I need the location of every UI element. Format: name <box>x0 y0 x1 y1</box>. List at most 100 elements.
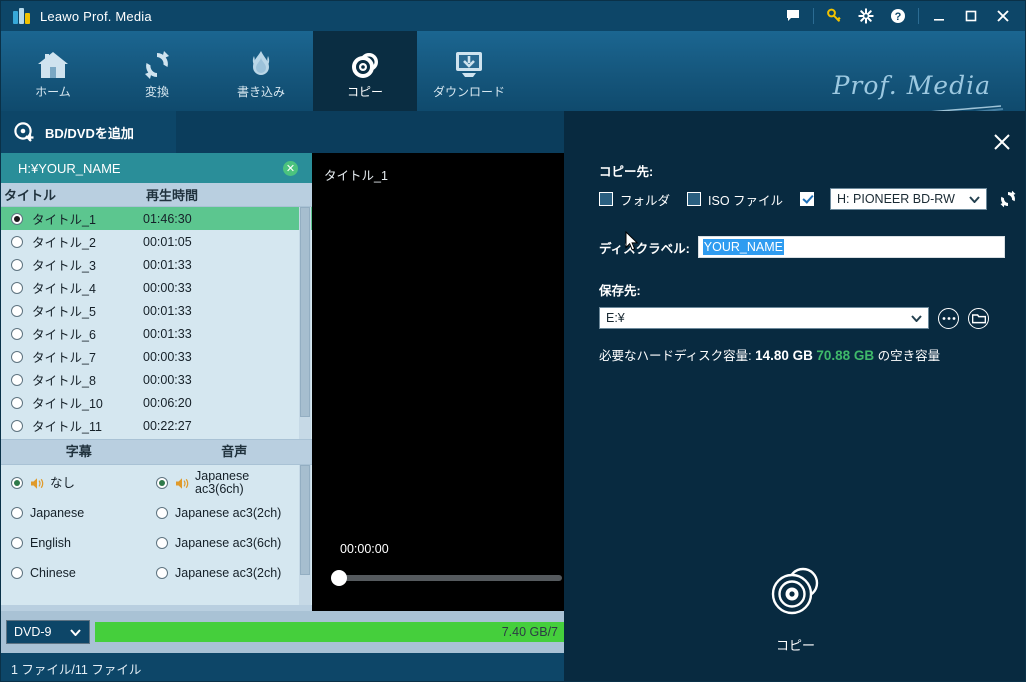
nav-item-burn[interactable]: 書き込み <box>209 31 313 111</box>
subtitle-item[interactable]: Japanese <box>1 498 146 528</box>
save-path-value: E:¥ <box>606 311 625 325</box>
title-radio[interactable] <box>11 258 23 271</box>
nav-item-copy[interactable]: コピー <box>313 31 417 111</box>
stream-radio[interactable] <box>11 507 23 519</box>
drive-select[interactable]: H: PIONEER BD-RW <box>830 188 988 210</box>
table-row[interactable]: タイトル_7 00:00:33 <box>1 345 312 368</box>
nav-item-download[interactable]: ダウンロード <box>417 31 521 111</box>
stream-radio[interactable] <box>156 477 168 489</box>
title-radio[interactable] <box>11 327 23 340</box>
title-duration: 00:01:33 <box>143 303 192 318</box>
target-folder-checkbox[interactable]: フォルダ <box>599 190 670 209</box>
table-row[interactable]: タイトル_3 00:01:33 <box>1 253 312 276</box>
streams-scrollbar[interactable] <box>299 465 311 605</box>
title-duration: 00:00:33 <box>143 280 192 295</box>
close-icon[interactable] <box>993 133 1011 156</box>
title-radio[interactable] <box>11 396 23 409</box>
source-panel: H:¥YOUR_NAME ✕ タイトル 再生時間 タイトル_1 01:46:30 タ… <box>1 153 312 654</box>
title-radio[interactable] <box>11 281 23 294</box>
audio-item[interactable]: Japanese ac3(2ch) <box>146 498 291 528</box>
title-name: タイトル_2 <box>32 236 96 250</box>
nav-item-home[interactable]: ホーム <box>1 31 105 111</box>
title-radio[interactable] <box>11 373 23 386</box>
seek-handle[interactable] <box>331 570 347 586</box>
title-radio[interactable] <box>11 304 23 317</box>
title-name: タイトル_11 <box>32 420 102 434</box>
convert-icon <box>140 45 174 81</box>
audio-item[interactable]: Japanese ac3(6ch) <box>146 528 291 558</box>
stream-label: Chinese <box>30 565 76 580</box>
save-path-select[interactable]: E:¥ <box>599 307 929 329</box>
capacity-progress-text: 7.40 GB/7 <box>501 625 558 639</box>
table-row[interactable]: タイトル_4 00:00:33 <box>1 276 312 299</box>
checkbox-box <box>687 192 702 206</box>
title-name: タイトル_7 <box>32 351 96 365</box>
disc-label-input[interactable]: YOUR_NAME <box>697 236 1005 258</box>
chevron-down-icon <box>70 625 81 639</box>
nav-item-convert[interactable]: 変換 <box>105 31 209 111</box>
stream-radio[interactable] <box>156 537 168 549</box>
ellipsis-icon[interactable] <box>938 307 959 329</box>
table-row[interactable]: タイトル_5 00:01:33 <box>1 299 312 322</box>
table-row[interactable]: タイトル_11 00:22:27 <box>1 414 312 437</box>
copy-button[interactable]: コピー <box>564 561 1025 654</box>
subtitle-item[interactable]: なし <box>1 468 146 498</box>
table-row[interactable]: タイトル_6 00:01:33 <box>1 322 312 345</box>
nav-label: ダウンロード <box>432 84 505 99</box>
minimize-icon[interactable] <box>923 1 955 31</box>
audio-column-header: 音声 <box>221 444 248 459</box>
hard-disk-info: 必要なハードディスク容量: 14.80 GB 70.88 GB の空き容量 <box>599 345 1025 364</box>
disc-type-select[interactable]: DVD-9 <box>6 620 90 644</box>
stream-radio[interactable] <box>11 537 23 549</box>
close-icon[interactable] <box>987 1 1019 31</box>
target-folder-label: フォルダ <box>620 193 671 208</box>
title-duration: 01:46:30 <box>143 211 192 226</box>
add-bd-dvd-button[interactable]: BD/DVDを追加 <box>1 111 176 153</box>
table-row[interactable]: タイトル_2 00:01:05 <box>1 230 312 253</box>
preview-timecode: 00:00:00 <box>340 542 389 556</box>
title-list: タイトル_1 01:46:30 タイトル_2 00:01:05 タイトル_3 00:01:… <box>1 207 312 439</box>
feedback-icon[interactable] <box>777 1 809 31</box>
refresh-icon[interactable] <box>999 190 1017 208</box>
subtitle-item[interactable]: English <box>1 528 146 558</box>
folder-open-icon[interactable] <box>968 307 989 329</box>
stream-radio[interactable] <box>11 477 23 489</box>
table-row[interactable]: タイトル_1 01:46:30 <box>1 207 312 230</box>
audio-item[interactable]: Japanese ac3(6ch) <box>146 468 291 498</box>
stream-radio[interactable] <box>156 567 168 579</box>
title-list-scrollbar[interactable] <box>299 207 311 439</box>
home-icon <box>35 45 71 81</box>
target-drive-checkbox[interactable] <box>800 192 821 206</box>
gear-icon[interactable] <box>850 1 882 31</box>
audio-list: Japanese ac3(6ch) Japanese ac3(2ch) Japane… <box>146 465 291 605</box>
title-radio[interactable] <box>11 212 23 225</box>
audio-item[interactable]: Japanese ac3(2ch) <box>146 558 291 588</box>
title-radio[interactable] <box>11 419 23 432</box>
preview-seek-bar[interactable] <box>331 570 562 586</box>
window-controls: ? <box>777 1 1025 31</box>
stream-radio[interactable] <box>11 567 23 579</box>
subtitle-item[interactable]: Chinese <box>1 558 146 588</box>
save-path-row: E:¥ <box>599 307 1025 329</box>
scrollbar-thumb[interactable] <box>300 465 310 575</box>
close-icon[interactable]: ✕ <box>283 161 298 176</box>
table-row[interactable]: タイトル_10 00:06:20 <box>1 391 312 414</box>
target-iso-checkbox[interactable]: ISO ファイル <box>687 190 783 209</box>
app-title: Leawo Prof. Media <box>40 8 152 24</box>
checkbox-box <box>599 192 613 206</box>
title-radio[interactable] <box>11 235 23 248</box>
preview-player: タイトル_1 00:00:00 <box>312 153 564 611</box>
hd-required-size: 14.80 GB <box>755 348 813 363</box>
scrollbar-thumb[interactable] <box>300 207 310 417</box>
add-disc-icon <box>13 121 35 143</box>
maximize-icon[interactable] <box>955 1 987 31</box>
disc-tab-label: H:¥YOUR_NAME <box>18 160 121 176</box>
nav-label: 書き込み <box>236 84 285 99</box>
key-icon[interactable] <box>818 1 850 31</box>
table-row[interactable]: タイトル_8 00:00:33 <box>1 368 312 391</box>
title-radio[interactable] <box>11 350 23 363</box>
capacity-bar: DVD-9 7.40 GB/7 <box>1 611 564 653</box>
help-icon[interactable]: ? <box>882 1 914 31</box>
disc-tab[interactable]: H:¥YOUR_NAME ✕ <box>1 153 312 183</box>
stream-radio[interactable] <box>156 507 168 519</box>
